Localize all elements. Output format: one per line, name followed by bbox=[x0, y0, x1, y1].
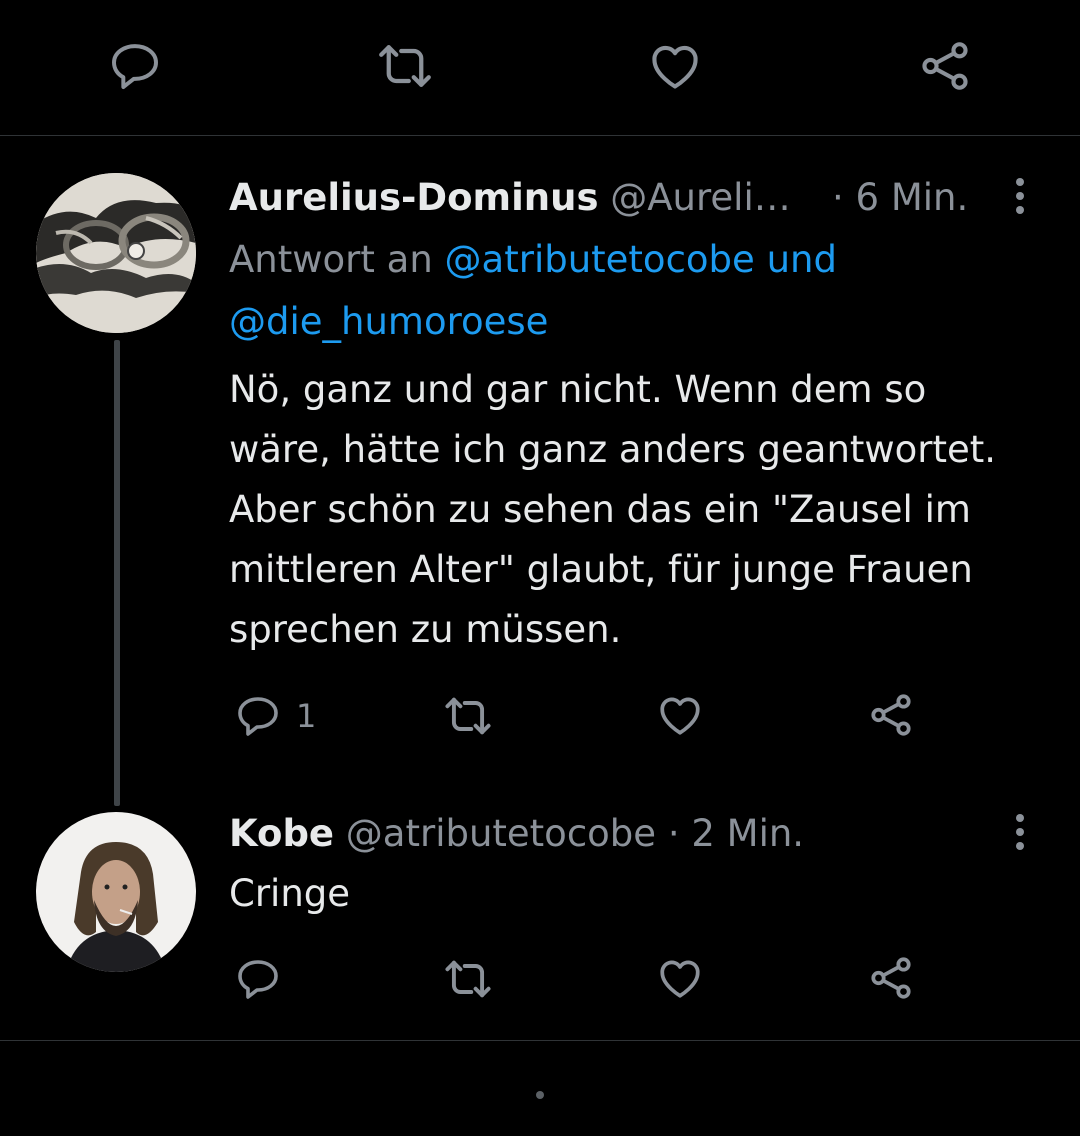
dot-icon bbox=[1016, 828, 1024, 836]
reply-button[interactable] bbox=[105, 36, 165, 96]
heart-icon bbox=[652, 45, 698, 89]
retweet-icon bbox=[379, 45, 431, 87]
mention-die-humoroese[interactable]: @die_humoroese bbox=[229, 300, 548, 343]
like-button[interactable] bbox=[655, 690, 705, 740]
retweet-icon bbox=[445, 960, 491, 998]
share-icon bbox=[871, 957, 911, 999]
author-handle[interactable]: @Aureli… bbox=[610, 176, 790, 219]
like-button[interactable] bbox=[645, 36, 705, 96]
tweet-time[interactable]: · 6 Min. bbox=[832, 176, 968, 220]
tweet-text-line: Nö, ganz und gar nicht. Wenn dem so bbox=[229, 368, 927, 411]
author-handle[interactable]: @atributetocobe bbox=[346, 812, 656, 855]
reply-count: 1 bbox=[296, 697, 317, 735]
avatar-kobe[interactable] bbox=[36, 812, 196, 972]
tweet-text-line: mittleren Alter" glaubt, für junge Fraue… bbox=[229, 548, 973, 591]
reply-prefix: Antwort an bbox=[229, 238, 433, 281]
dot-icon bbox=[1016, 178, 1024, 186]
reply-button[interactable] bbox=[234, 955, 282, 1003]
tweet-text: Nö, ganz und gar nicht. Wenn dem so wäre… bbox=[229, 360, 996, 660]
tweet-text-line: wäre, hätte ich ganz anders geantwortet. bbox=[229, 428, 997, 471]
mention-atributetocobe[interactable]: @atributetocobe bbox=[445, 238, 755, 281]
tweet-time[interactable]: · 2 Min. bbox=[668, 812, 804, 855]
loading-dot bbox=[536, 1091, 544, 1099]
retweet-button[interactable] bbox=[442, 953, 494, 1005]
reply-icon bbox=[238, 960, 278, 999]
tweet-text: Cringe bbox=[229, 864, 350, 924]
tweet-header: Kobe @atributetocobe · 2 Min. bbox=[229, 812, 804, 856]
share-button[interactable] bbox=[866, 953, 916, 1003]
tweet-action-bar bbox=[0, 0, 1080, 136]
more-options-button[interactable] bbox=[1010, 174, 1030, 218]
dot-icon bbox=[1016, 192, 1024, 200]
heart-icon bbox=[660, 960, 700, 998]
reply-context: Antwort an @atributetocobe und @die_humo… bbox=[229, 229, 837, 353]
reply-button[interactable]: 1 bbox=[234, 692, 316, 740]
dot-icon bbox=[1016, 814, 1024, 822]
author-name[interactable]: Kobe bbox=[229, 812, 334, 855]
share-icon bbox=[871, 694, 911, 736]
mention-and[interactable]: und bbox=[767, 238, 837, 281]
dot-icon bbox=[1016, 842, 1024, 850]
dot-icon bbox=[1016, 206, 1024, 214]
author-name[interactable]: Aurelius-Dominus bbox=[229, 176, 598, 219]
retweet-icon bbox=[445, 697, 491, 735]
reply-icon bbox=[238, 697, 278, 736]
share-icon bbox=[922, 42, 968, 90]
retweet-button[interactable] bbox=[442, 690, 494, 742]
tweet-text-line: Aber schön zu sehen das ein "Zausel im bbox=[229, 488, 971, 531]
avatar-aurelius[interactable] bbox=[36, 173, 196, 333]
thread-line bbox=[114, 340, 120, 806]
share-button[interactable] bbox=[866, 690, 916, 740]
like-button[interactable] bbox=[655, 953, 705, 1003]
tweet-text-line: Cringe bbox=[229, 872, 351, 915]
share-button[interactable] bbox=[915, 36, 975, 96]
tweet-header: Aurelius-Dominus @Aureli… bbox=[229, 176, 791, 220]
more-options-button[interactable] bbox=[1010, 810, 1030, 854]
divider bbox=[0, 1040, 1080, 1041]
tweet-text-line: sprechen zu müssen. bbox=[229, 608, 622, 651]
retweet-button[interactable] bbox=[375, 36, 435, 96]
heart-icon bbox=[660, 697, 700, 735]
reply-icon bbox=[112, 44, 158, 89]
